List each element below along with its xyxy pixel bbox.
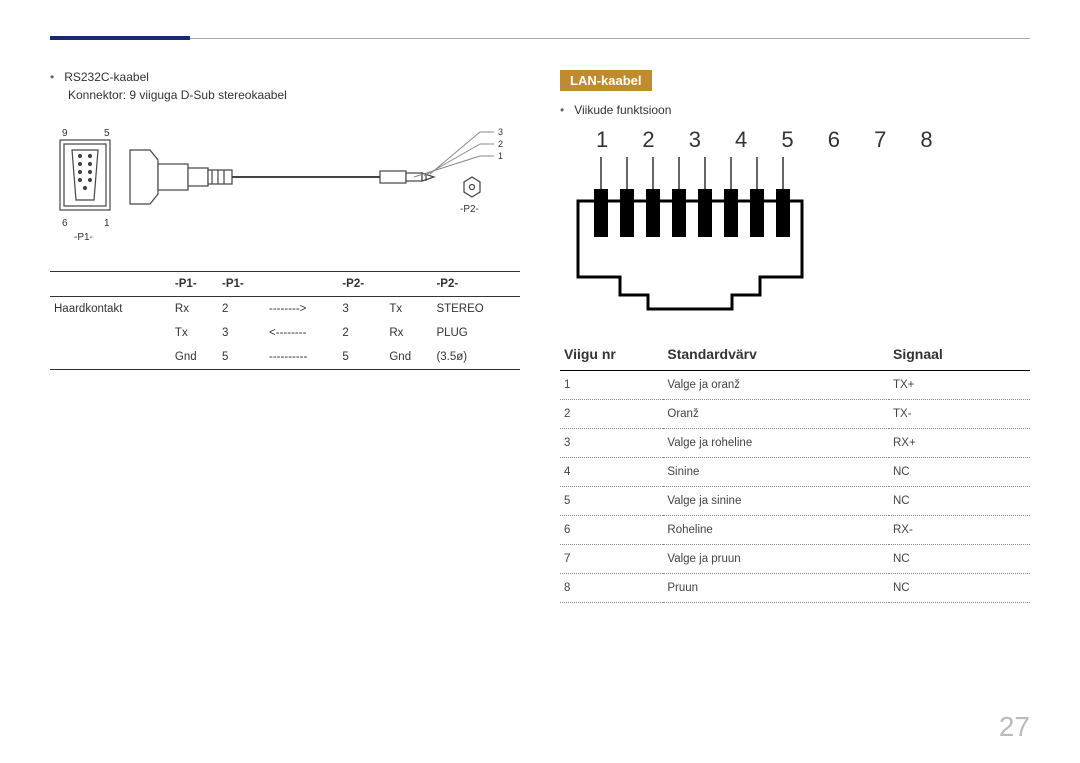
- lan-pinout-table: Viigu nr Standardvärv Signaal 1Valge ja …: [560, 338, 1030, 603]
- dsub-br: 1: [104, 218, 110, 229]
- top-rule: [50, 38, 1030, 39]
- table-row: 2OranžTX-: [560, 400, 1030, 429]
- pin-r0-1: Rx: [171, 297, 218, 322]
- rj45-pin-numbers: 1 2 3 4 5 6 7 8: [596, 127, 1030, 153]
- pin-r1-0: [50, 321, 171, 345]
- pin-r1-4: 2: [338, 321, 385, 345]
- pin-r1-1: Tx: [171, 321, 218, 345]
- pin-hdr-1: -P1-: [218, 272, 265, 297]
- pin-r1-3: <--------: [265, 321, 338, 345]
- table-row: 7Valge ja pruunNC: [560, 545, 1030, 574]
- rs232-subnote: Konnektor: 9 viiguga D-Sub stereokaabel: [68, 88, 520, 102]
- svg-text:-P2-: -P2-: [460, 204, 479, 215]
- table-row: 6RohelineRX-: [560, 516, 1030, 545]
- svg-text:1: 1: [498, 151, 503, 161]
- pin-hdr-3: -P2-: [338, 272, 385, 297]
- lan-hdr-1: Standardvärv: [663, 338, 889, 371]
- pin-r2-2: 5: [218, 345, 265, 370]
- pin-r1-2: 3: [218, 321, 265, 345]
- rj45-diagram: 1 2 3 4 5 6 7 8: [560, 127, 1030, 320]
- lan-bullet: • Viikude funktsioon: [560, 103, 1030, 117]
- pin-r0-0: Haardkontakt: [50, 297, 171, 322]
- pin-r0-4: 3: [338, 297, 385, 322]
- pin-r1-5: Rx: [385, 321, 432, 345]
- dsub-tl: 9: [62, 128, 68, 139]
- lan-hdr-0: Viigu nr: [560, 338, 663, 371]
- dsub-bl: 6: [62, 218, 68, 229]
- pin-hdr-0: -P1-: [171, 272, 218, 297]
- bullet-dot-icon: •: [560, 103, 564, 117]
- table-row: 5Valge ja sinineNC: [560, 487, 1030, 516]
- bullet-dot-icon: •: [50, 70, 54, 84]
- pin-r2-6: (3.5ø): [432, 345, 520, 370]
- dsub-label: -P1-: [74, 232, 93, 243]
- rs232-bullet: • RS232C-kaabel: [50, 70, 520, 84]
- svg-text:3: 3: [498, 127, 503, 137]
- svg-text:2: 2: [498, 139, 503, 149]
- rs232-diagram: 9 5 6 1 -P1-: [50, 122, 520, 255]
- pin-r0-3: -------->: [265, 297, 338, 322]
- pin-r2-5: Gnd: [385, 345, 432, 370]
- left-column: • RS232C-kaabel Konnektor: 9 viiguga D-S…: [50, 70, 520, 603]
- pin-hdr-5: -P2-: [432, 272, 520, 297]
- pin-r0-6: STEREO: [432, 297, 520, 322]
- table-row: 3Valge ja rohelineRX+: [560, 429, 1030, 458]
- table-row: 4SinineNC: [560, 458, 1030, 487]
- rs232-pinout-table: -P1- -P1- -P2- -P2- Haardkontakt Rx 2 --…: [50, 271, 520, 370]
- pin-r0-2: 2: [218, 297, 265, 322]
- lan-bullet-text: Viikude funktsioon: [574, 103, 671, 117]
- pin-hdr-2: [265, 272, 338, 297]
- page-number: 27: [999, 711, 1030, 743]
- lan-title: LAN-kaabel: [560, 70, 652, 91]
- table-row: 8PruunNC: [560, 574, 1030, 603]
- pin-r2-1: Gnd: [171, 345, 218, 370]
- dsub-tr: 5: [104, 128, 110, 139]
- pin-r2-4: 5: [338, 345, 385, 370]
- lan-hdr-2: Signaal: [889, 338, 1030, 371]
- pin-r0-5: Tx: [385, 297, 432, 322]
- right-column: LAN-kaabel • Viikude funktsioon 1 2 3 4 …: [560, 70, 1030, 603]
- rs232-bullet-text: RS232C-kaabel: [64, 70, 149, 84]
- top-accent-bar: [50, 36, 190, 40]
- pin-r2-3: ----------: [265, 345, 338, 370]
- pin-r1-6: PLUG: [432, 321, 520, 345]
- pin-r2-0: [50, 345, 171, 370]
- table-row: 1Valge ja oranžTX+: [560, 371, 1030, 400]
